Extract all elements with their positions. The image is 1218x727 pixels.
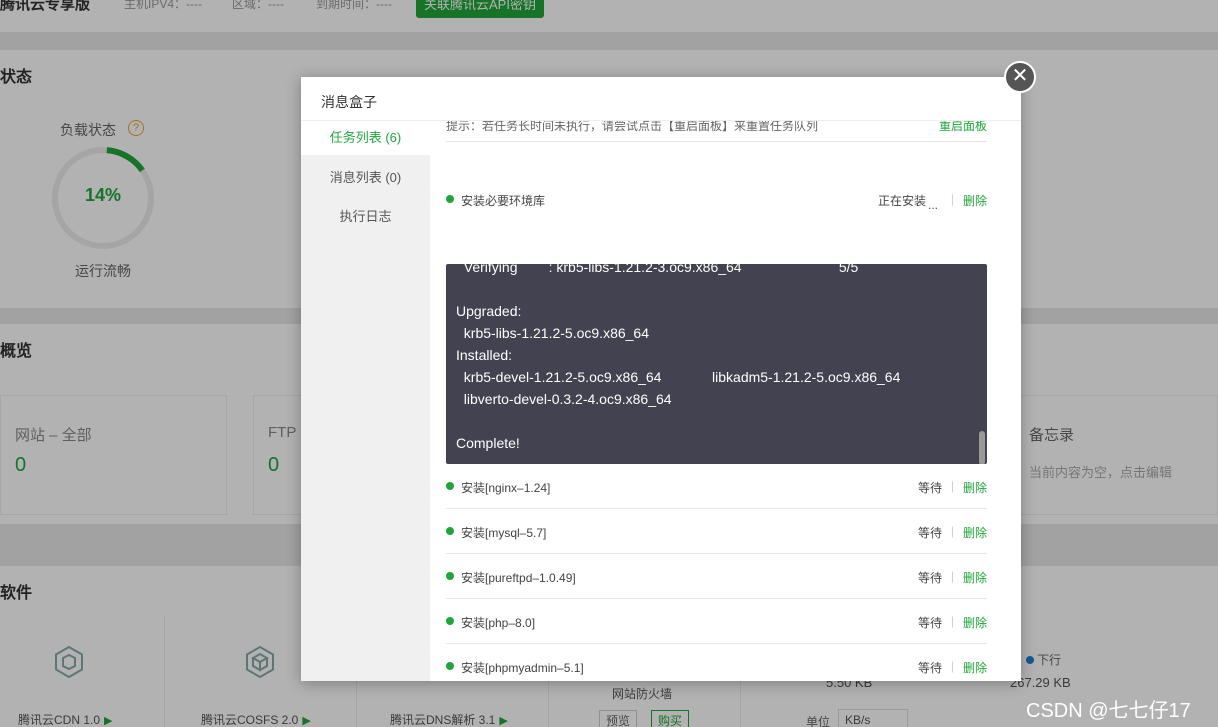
console-scrollbar[interactable] [979, 431, 985, 464]
delete-task-button[interactable]: 删除 [963, 569, 987, 586]
divider: | [950, 192, 954, 206]
task-queue-tip: 提示：若任务长时间未执行，请尝试点击【重启面板】来重置任务队列 重启面板 [446, 121, 987, 142]
close-icon[interactable]: ✕ [1004, 61, 1036, 93]
console-line: Installed: [456, 347, 513, 363]
dialog-sidebar: 任务列表 (6) 消息列表 (0) 执行日志 [301, 121, 430, 681]
task-status-dot [446, 662, 454, 670]
console-line: Complete! [456, 435, 520, 451]
tab-task-list[interactable]: 任务列表 (6) [301, 121, 430, 155]
tip-text: 提示：若任务长时间未执行，请尝试点击【重启面板】来重置任务队列 [446, 121, 819, 133]
task-name: 安装[mysql–5.7] [461, 526, 547, 540]
task-name: 安装[php–8.0] [461, 616, 536, 630]
console-line: Upgraded: [456, 303, 522, 319]
task-item: 安装必要环境库 正在安装 ... | 删除 [446, 173, 987, 264]
divider: | [950, 614, 954, 628]
dialog-header: 消息盒子 [301, 77, 1021, 121]
task-status: 等待 [917, 661, 942, 675]
task-item: 安装[php–8.0] 等待 | 删除 [446, 599, 987, 644]
delete-task-button[interactable]: 删除 [963, 614, 987, 631]
console-line: krb5-libs-1.21.2-5.oc9.x86_64 [456, 325, 649, 341]
console-line: Verifying : krb5-libs-1.21.2-3.oc9.x86_6… [456, 264, 859, 275]
task-item: 安装[phpmyadmin–5.1] 等待 | 删除 [446, 644, 987, 681]
delete-task-button[interactable]: 删除 [963, 659, 987, 676]
dialog-title: 消息盒子 [321, 94, 377, 110]
restart-panel-link[interactable]: 重启面板 [939, 121, 987, 134]
task-item: 安装[nginx–1.24] 等待 | 删除 [446, 464, 987, 509]
task-status-dot [446, 195, 454, 203]
task-item: 安装[pureftpd–1.0.49] 等待 | 删除 [446, 554, 987, 599]
divider: | [950, 569, 954, 583]
tab-message-list[interactable]: 消息列表 (0) [301, 161, 430, 195]
message-box-dialog: 消息盒子 任务列表 (6) 消息列表 (0) 执行日志 提示：若任务长时间未执行… [301, 77, 1021, 681]
task-name: 安装必要环境库 [461, 194, 546, 208]
task-status-dot [446, 572, 454, 580]
divider: | [950, 524, 954, 538]
task-name: 安装[phpmyadmin–5.1] [461, 661, 584, 675]
tab-execution-log[interactable]: 执行日志 [301, 200, 430, 234]
task-status: 等待 [917, 526, 942, 540]
divider: | [950, 479, 954, 493]
delete-task-button[interactable]: 删除 [963, 524, 987, 541]
task-status: 正在安装 [877, 194, 926, 208]
task-name: 安装[pureftpd–1.0.49] [461, 571, 576, 585]
csdn-watermark: CSDN @七七仔17 [1026, 700, 1191, 722]
task-status-dot [446, 527, 454, 535]
delete-task-button[interactable]: 删除 [963, 192, 987, 209]
install-log-console[interactable]: Verifying : krb5-libs-1.21.2-3.oc9.x86_6… [446, 264, 987, 464]
task-list-content: 提示：若任务长时间未执行，请尝试点击【重启面板】来重置任务队列 重启面板 安装必… [430, 121, 1021, 681]
task-status: 等待 [917, 481, 942, 495]
console-line: libverto-devel-0.3.2-4.oc9.x86_64 [456, 391, 672, 407]
task-name: 安装[nginx–1.24] [461, 481, 551, 495]
delete-task-button[interactable]: 删除 [963, 479, 987, 496]
task-status-dot [446, 482, 454, 490]
divider: | [950, 659, 954, 673]
console-line: krb5-devel-1.21.2-5.oc9.x86_64 libkadm5-… [456, 369, 901, 385]
task-item: 安装[mysql–5.7] 等待 | 删除 [446, 509, 987, 554]
task-status-dot [446, 617, 454, 625]
task-status: 等待 [917, 616, 942, 630]
task-status: 等待 [917, 571, 942, 585]
running-indicator: ... [927, 198, 938, 212]
